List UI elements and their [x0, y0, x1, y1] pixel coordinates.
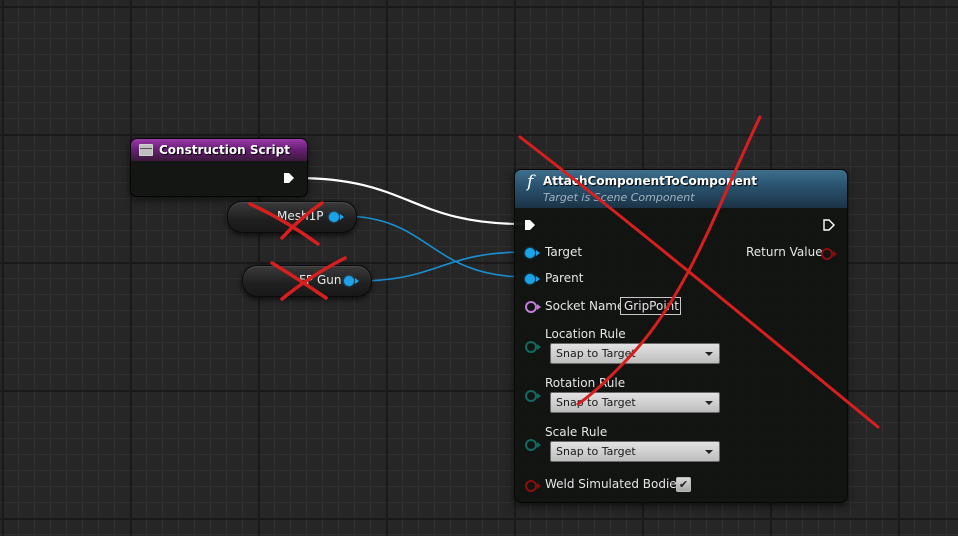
function-icon: f: [527, 172, 534, 192]
construction-script-header[interactable]: Construction Script: [131, 139, 307, 161]
chevron-down-icon: [705, 401, 713, 405]
weld-simulated-bodies-label: Weld Simulated Bodies: [545, 477, 683, 491]
scale-rule-pin[interactable]: [525, 439, 541, 451]
exec-then-pin[interactable]: [823, 219, 835, 231]
fp-gun-variable-node[interactable]: FP Gun: [242, 265, 372, 297]
socket-name-input[interactable]: GripPoint: [620, 297, 681, 315]
location-rule-value: Snap to Target: [556, 347, 636, 360]
return-value-label: Return Value: [746, 245, 823, 259]
location-rule-label: Location Rule: [545, 327, 626, 341]
parent-pin[interactable]: [525, 274, 540, 284]
construction-script-node[interactable]: Construction Script: [130, 138, 308, 197]
construction-script-title: Construction Script: [159, 143, 290, 157]
chevron-down-icon: [705, 450, 713, 454]
target-pin[interactable]: [525, 248, 540, 258]
weld-simulated-bodies-pin[interactable]: [525, 480, 541, 492]
fp-gun-output-pin[interactable]: [344, 276, 359, 286]
attach-node-title: AttachComponentToComponent: [543, 174, 758, 188]
rotation-rule-label: Rotation Rule: [545, 376, 626, 390]
chevron-down-icon: [705, 352, 713, 356]
target-label: Target: [545, 245, 583, 259]
scale-rule-value: Snap to Target: [556, 445, 636, 458]
exec-out-pin[interactable]: [283, 172, 295, 184]
attach-node-header[interactable]: f AttachComponentToComponent Target is S…: [515, 170, 847, 208]
mesh1p-output-pin[interactable]: [329, 212, 344, 222]
socket-name-pin[interactable]: [525, 301, 541, 313]
location-rule-dropdown[interactable]: Snap to Target: [550, 343, 720, 364]
parent-label: Parent: [545, 271, 584, 285]
weld-simulated-bodies-checkbox[interactable]: ✔: [676, 477, 691, 492]
rotation-rule-dropdown[interactable]: Snap to Target: [550, 392, 720, 413]
scale-rule-label: Scale Rule: [545, 425, 608, 439]
attach-component-node[interactable]: f AttachComponentToComponent Target is S…: [514, 169, 848, 503]
mesh1p-variable-node[interactable]: Mesh1P: [227, 201, 357, 233]
rotation-rule-value: Snap to Target: [556, 396, 636, 409]
fp-gun-label: FP Gun: [299, 273, 342, 287]
mesh1p-label: Mesh1P: [277, 209, 324, 223]
exec-in-pin[interactable]: [524, 219, 536, 231]
scale-rule-dropdown[interactable]: Snap to Target: [550, 441, 720, 462]
socket-name-label: Socket Name: [545, 299, 625, 313]
attach-node-subtitle: Target is Scene Component: [543, 191, 695, 204]
rotation-rule-pin[interactable]: [525, 390, 541, 402]
return-value-pin[interactable]: [821, 248, 837, 260]
function-entry-icon: [139, 144, 153, 156]
location-rule-pin[interactable]: [525, 341, 541, 353]
